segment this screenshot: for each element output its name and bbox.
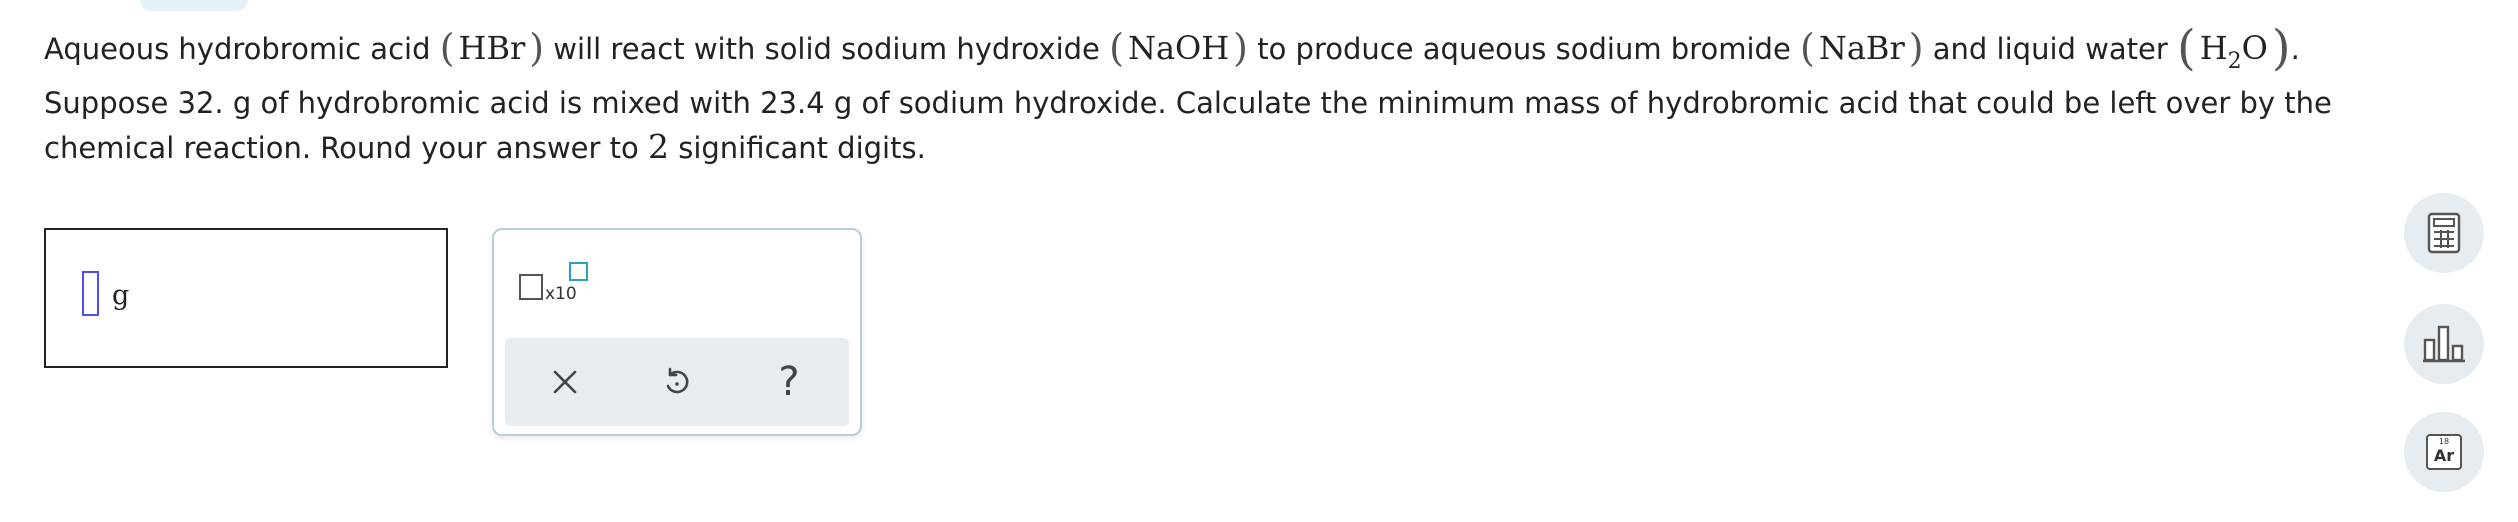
exponent-box-icon xyxy=(569,262,588,281)
significant-digits-count: 2 xyxy=(648,127,669,166)
question-text-segment: Suppose 32. g of hydrobromic acid is mix… xyxy=(44,86,2332,165)
question-text-segment: will react with solid sodium hydroxide xyxy=(553,32,1100,66)
x10-label: x10 xyxy=(545,284,577,304)
question-line-1: Aqueous hydrobromic acid (HBr) will reac… xyxy=(44,20,2300,76)
formula-h2o-subscript: 2 xyxy=(2227,49,2242,74)
help-icon: ? xyxy=(778,359,800,405)
undo-icon xyxy=(666,367,689,394)
question-text-segment: significant digits. xyxy=(678,131,926,165)
formula-hbr: HBr xyxy=(458,29,526,67)
question-line-2: Suppose 32. g of hydrobromic acid is mix… xyxy=(44,82,2384,170)
calculator-icon xyxy=(2427,212,2461,254)
clear-x-icon xyxy=(553,370,577,394)
formula-naoh: NaOH xyxy=(1127,29,1230,67)
data-analysis-button[interactable] xyxy=(2404,304,2484,384)
undo-button[interactable] xyxy=(653,358,701,406)
formula-h2o-o: O xyxy=(2241,29,2268,67)
periodic-atomic-number: 18 xyxy=(2438,437,2450,446)
question-text: Aqueous hydrobromic acid (HBr) will reac… xyxy=(44,18,2384,170)
keypad-action-bar: ? xyxy=(505,338,849,426)
answer-unit: g xyxy=(112,280,130,311)
formula-h2o: H2O xyxy=(2196,29,2272,74)
periodic-element-symbol: Ar xyxy=(2433,446,2455,465)
question-text-segment: to produce aqueous sodium bromide xyxy=(1257,32,1791,66)
question-period: . xyxy=(2290,32,2300,66)
top-tab-hint xyxy=(140,0,248,11)
answer-panel: g xyxy=(44,228,448,368)
periodic-table-button[interactable]: 18 Ar xyxy=(2404,412,2484,492)
question-text-segment: Aqueous hydrobromic acid xyxy=(44,32,431,66)
formula-nabr: NaBr xyxy=(1818,29,1905,67)
formula-h2o-h: H xyxy=(2199,29,2228,67)
data-chart-icon xyxy=(2423,325,2465,363)
help-button[interactable]: ? xyxy=(765,358,813,406)
periodic-table-icon: 18 Ar xyxy=(2426,434,2462,470)
mantissa-box-icon xyxy=(519,274,543,300)
clear-button[interactable] xyxy=(541,358,589,406)
math-keypad: x10 ? xyxy=(492,228,862,436)
scientific-notation-button[interactable]: x10 xyxy=(519,262,591,310)
answer-input[interactable] xyxy=(82,271,99,316)
calculator-button[interactable] xyxy=(2404,193,2484,273)
question-text-segment: and liquid water xyxy=(1932,32,2168,66)
